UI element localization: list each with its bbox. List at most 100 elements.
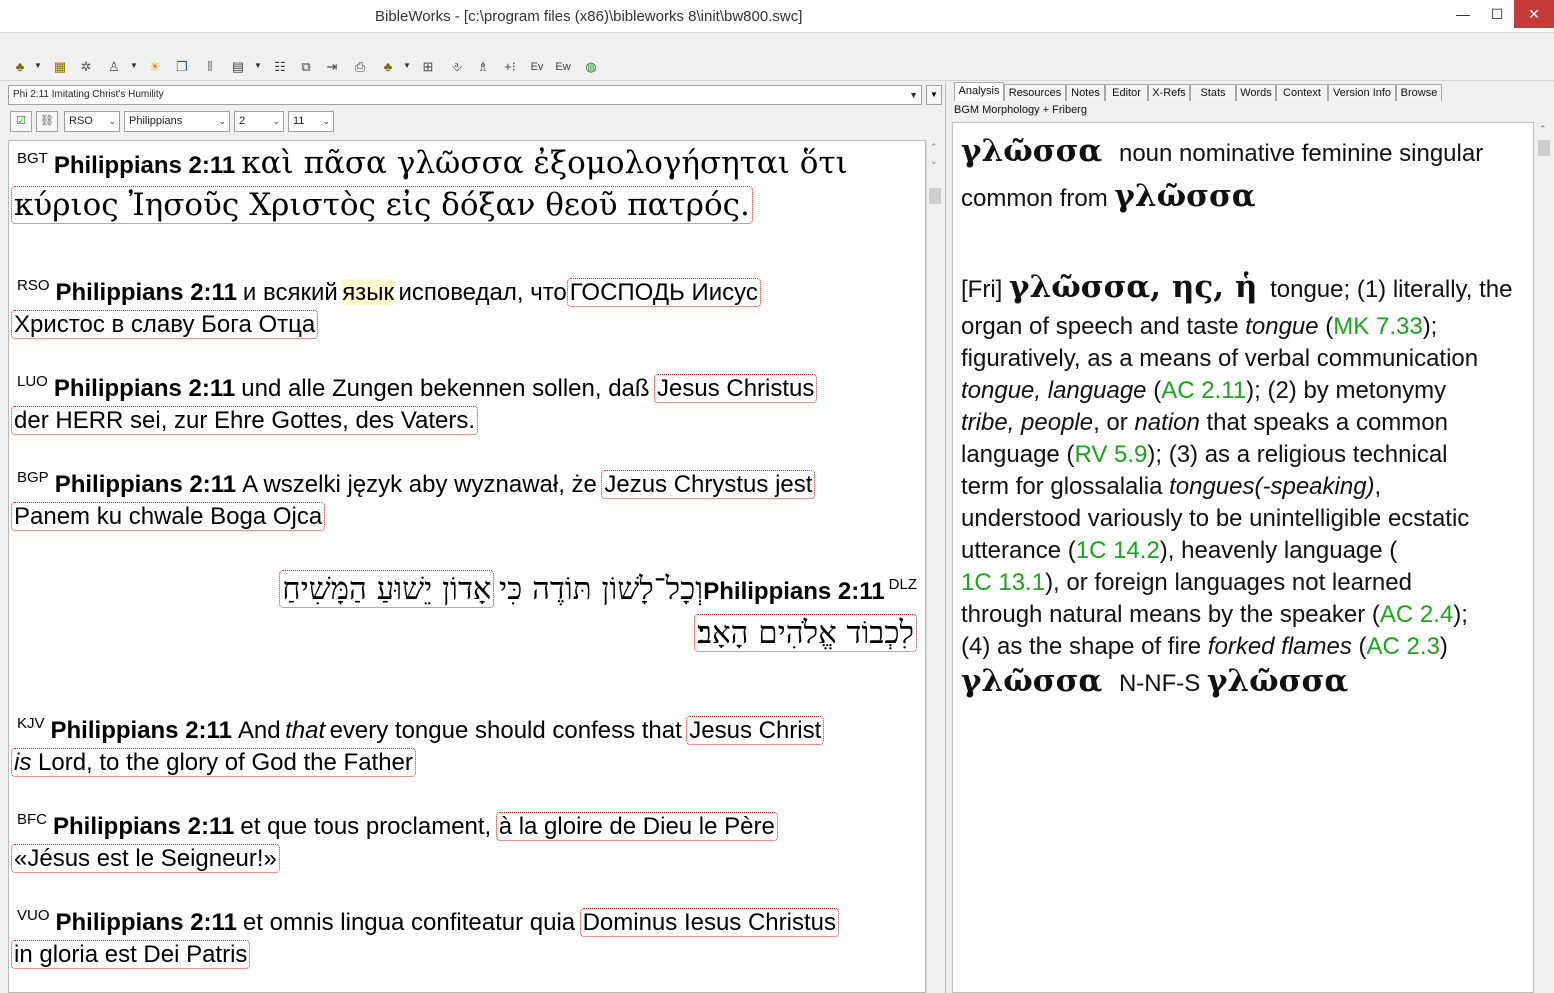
chevron-down-icon[interactable]: ▼ (909, 86, 918, 104)
report-icon[interactable]: ⎀ (447, 58, 467, 76)
verse-text-boxed[interactable]: à la gloire de Dieu le Père (495, 812, 778, 841)
verse-text[interactable]: A wszelki język aby wyznawał, że (242, 471, 597, 498)
verse-reference[interactable]: Philippians 2:11 (55, 471, 236, 498)
tab-words[interactable]: Words (1236, 84, 1276, 101)
verse-text[interactable]: And (238, 717, 281, 744)
ew-icon[interactable]: Ew (553, 58, 573, 76)
chevron-down-icon[interactable]: ⌄ (218, 112, 226, 131)
chevron-down-icon[interactable]: ⌄ (322, 112, 330, 131)
plus-icon[interactable]: +⁝ (500, 58, 520, 76)
search-icon[interactable]: ♣ (10, 58, 30, 76)
greek-lemma[interactable]: γλῶσσα, ης, ἡ (1009, 269, 1257, 305)
options-icon[interactable]: ▦ (50, 58, 70, 76)
highlighted-word[interactable]: язык (342, 279, 394, 306)
verse-text-boxed[interactable]: Dominus Iesus Christus (579, 908, 839, 937)
verse-reference[interactable]: Philippians 2:11 (53, 813, 234, 840)
windows-icon[interactable]: ❐ (172, 58, 192, 76)
person-icon[interactable]: ♗ (473, 58, 493, 76)
chevron-down-icon[interactable]: ⌄ (272, 112, 280, 131)
tools-icon[interactable]: ✲ (76, 58, 96, 76)
print-icon[interactable]: ⎙ (350, 58, 370, 76)
hebrew-text-boxed[interactable]: אָדוֹן יֵשׁוּעַ הַמָּשִׁיחַ (279, 570, 495, 608)
check-icon[interactable]: ☑ (10, 111, 32, 132)
minimize-button[interactable]: — (1446, 0, 1480, 28)
verse-text-boxed[interactable]: «Jésus est le Seigneur!» (11, 844, 280, 873)
analysis-scrollbar[interactable]: ⌃ (1534, 122, 1554, 993)
scripture-link[interactable]: 1C 14.2 (1076, 537, 1160, 564)
verse-text[interactable]: und alle Zungen bekennen sollen, daß (241, 375, 649, 402)
greek-text-boxed[interactable]: κύριος Ἰησοῦς Χριστὸς εἰς δόξαν θεοῦ πατ… (11, 186, 753, 224)
verse-title-select[interactable]: Phi 2:11 Imitating Christ's Humility ▼ (8, 85, 922, 105)
tools2-icon[interactable]: ♣ (378, 58, 398, 76)
verse-text-boxed[interactable]: Jezus Chrystus jest (601, 470, 816, 499)
maximize-button[interactable]: ☐ (1480, 0, 1514, 28)
browse-scrollbar[interactable]: ⌃ ⌄ (926, 140, 943, 993)
verse-text-italic[interactable]: that (285, 717, 325, 744)
user-icon[interactable]: ♙ (104, 58, 124, 76)
greek-text[interactable]: καὶ πᾶσα γλῶσσα ἐξομολογήσηται ὅτι (241, 145, 848, 181)
chevron-up-icon[interactable]: ⌃ (1539, 124, 1547, 135)
scripture-link[interactable]: AC 2.3 (1367, 633, 1440, 660)
book-combo[interactable]: Philippians ⌄ (124, 111, 230, 132)
analysis-content[interactable]: γλῶσσα noun nominative feminine singular… (952, 122, 1534, 993)
chevron-down-icon[interactable]: ⌄ (930, 156, 938, 167)
greek-word[interactable]: γλῶσσα (961, 133, 1102, 169)
verse-text-boxed[interactable]: ГОСПОДЬ Иисус (566, 278, 761, 307)
globe-icon[interactable]: ◍ (581, 58, 601, 76)
grid-icon[interactable]: ▤ (228, 58, 248, 76)
link-icon[interactable]: ⛓ (36, 111, 58, 132)
verse-combo[interactable]: 11 ⌄ (288, 111, 334, 132)
sun-icon[interactable]: ☀ (145, 58, 165, 76)
chevron-down-icon[interactable]: ▼ (34, 61, 42, 70)
verse-text-boxed[interactable]: der HERR sei, zur Ehre Gottes, des Vater… (11, 406, 479, 435)
verse-reference[interactable]: Philippians 2:11 (56, 909, 237, 936)
tab-resources[interactable]: Resources (1004, 84, 1066, 101)
scrollbar-thumb[interactable] (929, 188, 941, 204)
close-button[interactable]: ✕ (1514, 0, 1554, 28)
verse-menu-button[interactable]: ▼ (926, 85, 942, 105)
verse-text-boxed[interactable]: Jesus Christ (686, 716, 825, 745)
verse-reference[interactable]: Philippians 2:11 (54, 375, 235, 402)
verse-reference[interactable]: Philippians 2:11 (703, 578, 884, 605)
version-combo[interactable]: RSO ⌄ (64, 111, 120, 132)
verse-text[interactable]: every tongue should confess that (330, 717, 682, 744)
tab-version-info[interactable]: Version Info (1328, 84, 1396, 101)
verse-reference[interactable]: Philippians 2:11 (54, 152, 235, 179)
hebrew-text-boxed[interactable]: לִכְבוֹד אֱלֹהִים הָאָב׃ (694, 614, 917, 652)
scripture-link[interactable]: MK 7.33 (1333, 313, 1422, 340)
verse-text-italic[interactable]: is (14, 749, 31, 776)
tab-analysis[interactable]: Analysis (954, 82, 1004, 101)
ev-icon[interactable]: Ev (527, 58, 547, 76)
verse-text[interactable]: и всякий (243, 279, 338, 306)
verse-reference[interactable]: Philippians 2:11 (51, 717, 232, 744)
chevron-down-icon[interactable]: ⌄ (108, 112, 116, 131)
verse-text-boxed[interactable]: in gloria est Dei Patris (11, 940, 251, 969)
chevron-up-icon[interactable]: ⌃ (930, 142, 938, 153)
verse-text[interactable]: et omnis lingua confiteatur quia (243, 909, 575, 936)
tab-xrefs[interactable]: X-Refs (1148, 84, 1190, 101)
verse-text-boxed[interactable]: Jesus Christus (654, 374, 818, 403)
verse-text-boxed[interactable]: Panem ku chwale Boga Ojca (11, 502, 326, 531)
hebrew-text[interactable]: וְכָל־לָשׁוֹן תּוֹדֶה כִּי (499, 571, 703, 607)
tab-stats[interactable]: Stats (1190, 84, 1236, 101)
scripture-link[interactable]: AC 2.4 (1380, 601, 1453, 628)
verse-text-boxed[interactable]: Lord, to the glory of God the Father (38, 749, 413, 776)
chevron-down-icon[interactable]: ▼ (403, 61, 411, 70)
verse-text[interactable]: et que tous proclament, (240, 813, 491, 840)
chevron-down-icon[interactable]: ▼ (130, 61, 138, 70)
scripture-link[interactable]: 1C 13.1 (961, 569, 1045, 596)
columns-icon[interactable]: ⫴ (200, 58, 220, 76)
scripture-link[interactable]: AC 2.11 (1161, 377, 1246, 404)
copy-icon[interactable]: ⧉ (296, 58, 316, 76)
tab-context[interactable]: Context (1276, 84, 1328, 101)
chapter-combo[interactable]: 2 ⌄ (234, 111, 284, 132)
verse-text[interactable]: исповедал, что (398, 279, 566, 306)
greek-lemma[interactable]: γλῶσσα (1207, 663, 1348, 699)
list-icon[interactable]: ☷ (270, 58, 290, 76)
browse-icon[interactable]: ⊞ (418, 58, 438, 76)
verse-text-area[interactable]: BGT Philippians 2:11 καὶ πᾶσα γλῶσσα ἐξομο… (8, 140, 926, 993)
verse-text-boxed[interactable]: Христос в славу Бога Отца (11, 310, 319, 339)
scrollbar-thumb[interactable] (1538, 140, 1550, 156)
export-icon[interactable]: ⇥ (322, 58, 342, 76)
verse-reference[interactable]: Philippians 2:11 (56, 279, 237, 306)
